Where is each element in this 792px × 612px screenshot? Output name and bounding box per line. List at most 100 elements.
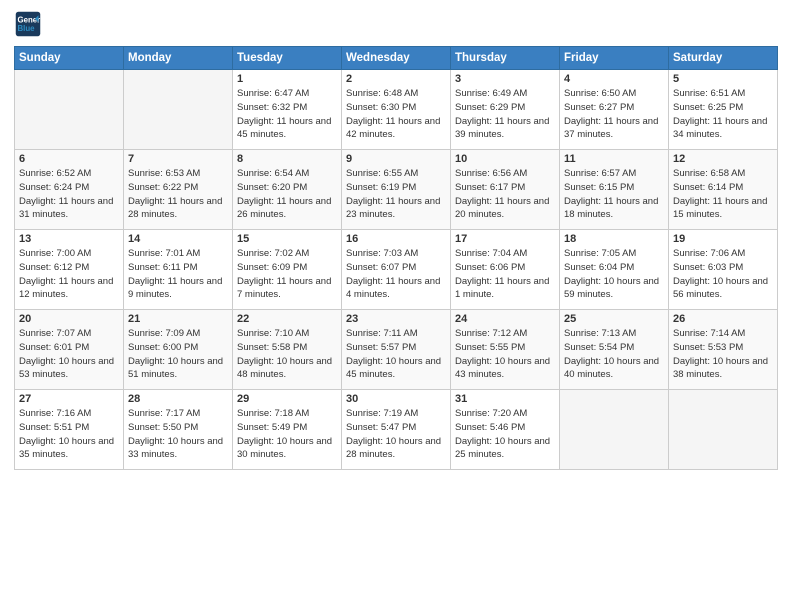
day-info: Sunrise: 7:10 AMSunset: 5:58 PMDaylight:… (237, 327, 337, 382)
day-info: Sunrise: 6:50 AMSunset: 6:27 PMDaylight:… (564, 87, 664, 142)
day-info: Sunrise: 7:12 AMSunset: 5:55 PMDaylight:… (455, 327, 555, 382)
day-number: 18 (564, 233, 664, 245)
calendar-cell: 18 Sunrise: 7:05 AMSunset: 6:04 PMDayligh… (560, 230, 669, 310)
calendar-cell: 19 Sunrise: 7:06 AMSunset: 6:03 PMDayligh… (669, 230, 778, 310)
calendar-cell: 25Sunrise: 7:13 AMSunset: 5:54 PMDayligh… (560, 310, 669, 390)
calendar-cell: 28Sunrise: 7:17 AMSunset: 5:50 PMDayligh… (124, 390, 233, 470)
weekday-header-saturday: Saturday (669, 47, 778, 70)
week-row-5: 27 Sunrise: 7:16 AMSunset: 5:51 PMDayligh… (15, 390, 778, 470)
calendar-cell: 5 Sunrise: 6:51 AMSunset: 6:25 PMDaylight… (669, 70, 778, 150)
calendar-cell: 30 Sunrise: 7:19 AMSunset: 5:47 PMDayligh… (342, 390, 451, 470)
calendar-cell: 3 Sunrise: 6:49 AMSunset: 6:29 PMDaylight… (451, 70, 560, 150)
day-info: Sunrise: 6:48 AMSunset: 6:30 PMDaylight:… (346, 87, 446, 142)
day-number: 2 (346, 73, 446, 85)
calendar-cell: 31Sunrise: 7:20 AMSunset: 5:46 PMDayligh… (451, 390, 560, 470)
day-info: Sunrise: 6:55 AMSunset: 6:19 PMDaylight:… (346, 167, 446, 222)
day-number: 5 (673, 73, 773, 85)
day-info: Sunrise: 6:47 AMSunset: 6:32 PMDaylight:… (237, 87, 337, 142)
day-number: 7 (128, 153, 228, 165)
day-number: 10 (455, 153, 555, 165)
calendar-table: SundayMondayTuesdayWednesdayThursdayFrid… (14, 46, 778, 470)
day-info: Sunrise: 7:11 AMSunset: 5:57 PMDaylight:… (346, 327, 446, 382)
day-number: 4 (564, 73, 664, 85)
day-info: Sunrise: 6:52 AMSunset: 6:24 PMDaylight:… (19, 167, 119, 222)
calendar-cell: 6Sunrise: 6:52 AMSunset: 6:24 PMDaylight… (15, 150, 124, 230)
calendar-cell: 8 Sunrise: 6:54 AMSunset: 6:20 PMDaylight… (233, 150, 342, 230)
calendar-cell: 7Sunrise: 6:53 AMSunset: 6:22 PMDaylight… (124, 150, 233, 230)
calendar-cell: 22 Sunrise: 7:10 AMSunset: 5:58 PMDayligh… (233, 310, 342, 390)
day-number: 30 (346, 393, 446, 405)
calendar-cell: 10 Sunrise: 6:56 AMSunset: 6:17 PMDayligh… (451, 150, 560, 230)
calendar-cell: 9 Sunrise: 6:55 AMSunset: 6:19 PMDaylight… (342, 150, 451, 230)
day-number: 23 (346, 313, 446, 325)
day-number: 26 (673, 313, 773, 325)
day-info: Sunrise: 6:57 AMSunset: 6:15 PMDaylight:… (564, 167, 664, 222)
calendar-cell (124, 70, 233, 150)
day-number: 11 (564, 153, 664, 165)
week-row-2: 6Sunrise: 6:52 AMSunset: 6:24 PMDaylight… (15, 150, 778, 230)
day-number: 31 (455, 393, 555, 405)
day-info: Sunrise: 7:04 AMSunset: 6:06 PMDaylight:… (455, 247, 555, 302)
weekday-header-monday: Monday (124, 47, 233, 70)
header: General Blue (14, 10, 778, 38)
calendar-cell: 1 Sunrise: 6:47 AMSunset: 6:32 PMDaylight… (233, 70, 342, 150)
day-number: 12 (673, 153, 773, 165)
calendar-cell: 2 Sunrise: 6:48 AMSunset: 6:30 PMDaylight… (342, 70, 451, 150)
calendar-cell: 27 Sunrise: 7:16 AMSunset: 5:51 PMDayligh… (15, 390, 124, 470)
day-number: 28 (128, 393, 228, 405)
day-info: Sunrise: 7:19 AMSunset: 5:47 PMDaylight:… (346, 407, 446, 462)
day-info: Sunrise: 7:16 AMSunset: 5:51 PMDaylight:… (19, 407, 119, 462)
calendar-cell: 4 Sunrise: 6:50 AMSunset: 6:27 PMDaylight… (560, 70, 669, 150)
page-container: General Blue SundayMondayTuesdayWednesda… (0, 0, 792, 480)
day-info: Sunrise: 7:07 AMSunset: 6:01 PMDaylight:… (19, 327, 119, 382)
calendar-cell: 16Sunrise: 7:03 AMSunset: 6:07 PMDayligh… (342, 230, 451, 310)
logo-icon: General Blue (14, 10, 42, 38)
calendar-cell: 13 Sunrise: 7:00 AMSunset: 6:12 PMDayligh… (15, 230, 124, 310)
day-info: Sunrise: 7:01 AMSunset: 6:11 PMDaylight:… (128, 247, 228, 302)
day-number: 22 (237, 313, 337, 325)
day-number: 13 (19, 233, 119, 245)
day-info: Sunrise: 7:05 AMSunset: 6:04 PMDaylight:… (564, 247, 664, 302)
day-number: 8 (237, 153, 337, 165)
day-number: 24 (455, 313, 555, 325)
day-number: 27 (19, 393, 119, 405)
day-number: 20 (19, 313, 119, 325)
day-number: 1 (237, 73, 337, 85)
calendar-cell: 26 Sunrise: 7:14 AMSunset: 5:53 PMDayligh… (669, 310, 778, 390)
weekday-header-tuesday: Tuesday (233, 47, 342, 70)
day-info: Sunrise: 6:54 AMSunset: 6:20 PMDaylight:… (237, 167, 337, 222)
day-info: Sunrise: 7:13 AMSunset: 5:54 PMDaylight:… (564, 327, 664, 382)
day-info: Sunrise: 6:58 AMSunset: 6:14 PMDaylight:… (673, 167, 773, 222)
calendar-cell: 11 Sunrise: 6:57 AMSunset: 6:15 PMDayligh… (560, 150, 669, 230)
weekday-header-wednesday: Wednesday (342, 47, 451, 70)
week-row-3: 13 Sunrise: 7:00 AMSunset: 6:12 PMDayligh… (15, 230, 778, 310)
svg-text:Blue: Blue (18, 24, 36, 33)
calendar-cell: 12 Sunrise: 6:58 AMSunset: 6:14 PMDayligh… (669, 150, 778, 230)
day-info: Sunrise: 6:56 AMSunset: 6:17 PMDaylight:… (455, 167, 555, 222)
calendar-cell: 14 Sunrise: 7:01 AMSunset: 6:11 PMDayligh… (124, 230, 233, 310)
day-number: 16 (346, 233, 446, 245)
logo: General Blue (14, 10, 46, 38)
day-info: Sunrise: 7:06 AMSunset: 6:03 PMDaylight:… (673, 247, 773, 302)
calendar-cell: 15Sunrise: 7:02 AMSunset: 6:09 PMDayligh… (233, 230, 342, 310)
day-number: 9 (346, 153, 446, 165)
calendar-cell (560, 390, 669, 470)
week-row-1: 1 Sunrise: 6:47 AMSunset: 6:32 PMDaylight… (15, 70, 778, 150)
day-number: 21 (128, 313, 228, 325)
day-info: Sunrise: 7:00 AMSunset: 6:12 PMDaylight:… (19, 247, 119, 302)
calendar-cell: 21 Sunrise: 7:09 AMSunset: 6:00 PMDayligh… (124, 310, 233, 390)
calendar-cell: 24 Sunrise: 7:12 AMSunset: 5:55 PMDayligh… (451, 310, 560, 390)
day-info: Sunrise: 6:49 AMSunset: 6:29 PMDaylight:… (455, 87, 555, 142)
day-info: Sunrise: 6:51 AMSunset: 6:25 PMDaylight:… (673, 87, 773, 142)
day-info: Sunrise: 7:09 AMSunset: 6:00 PMDaylight:… (128, 327, 228, 382)
day-number: 17 (455, 233, 555, 245)
calendar-cell: 29Sunrise: 7:18 AMSunset: 5:49 PMDayligh… (233, 390, 342, 470)
weekday-header-thursday: Thursday (451, 47, 560, 70)
day-number: 3 (455, 73, 555, 85)
day-number: 19 (673, 233, 773, 245)
calendar-cell: 17 Sunrise: 7:04 AMSunset: 6:06 PMDayligh… (451, 230, 560, 310)
day-info: Sunrise: 7:14 AMSunset: 5:53 PMDaylight:… (673, 327, 773, 382)
day-number: 14 (128, 233, 228, 245)
week-row-4: 20 Sunrise: 7:07 AMSunset: 6:01 PMDayligh… (15, 310, 778, 390)
day-info: Sunrise: 7:18 AMSunset: 5:49 PMDaylight:… (237, 407, 337, 462)
